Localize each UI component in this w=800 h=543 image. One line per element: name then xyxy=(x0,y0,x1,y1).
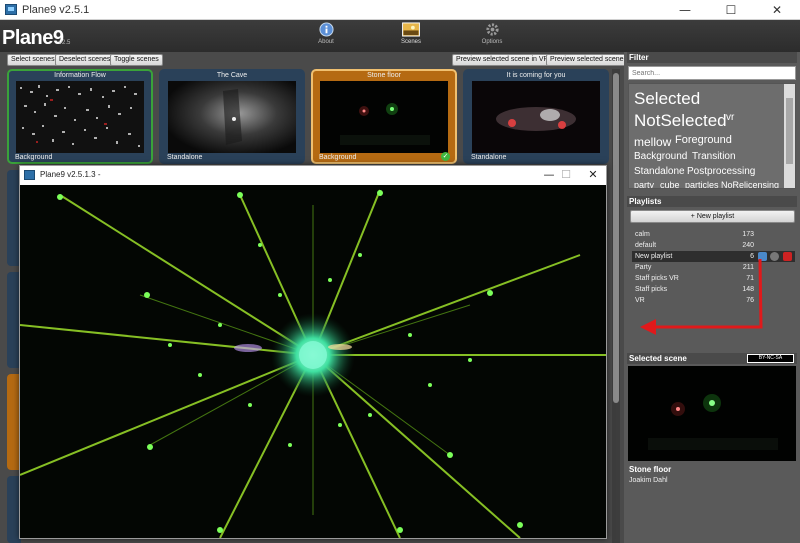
maximize-button[interactable]: ☐ xyxy=(708,0,754,20)
tag-particles[interactable]: particles xyxy=(685,180,719,188)
gear-icon xyxy=(485,23,499,36)
tag-norelicensing[interactable]: NoRelicensing xyxy=(721,180,779,188)
tag-cloud: Selected NotSelected vr mellow Foregroun… xyxy=(628,83,796,189)
tag-party[interactable]: party xyxy=(634,180,654,188)
scene-list-scrollbar[interactable] xyxy=(612,69,620,543)
scenes-icon xyxy=(402,22,420,37)
scene-type: Standalone xyxy=(471,154,507,161)
playlist-row[interactable]: default 240 xyxy=(632,240,795,251)
scene-thumbnail xyxy=(16,81,144,153)
playlists-header: Playlists xyxy=(627,196,797,207)
scrollbar-thumb[interactable] xyxy=(613,73,619,403)
toggle-scenes-button[interactable]: Toggle scenes xyxy=(110,54,163,66)
deselect-scenes-button[interactable]: Deselect scenes xyxy=(55,54,115,66)
selected-scene-name: Stone floor xyxy=(629,465,672,474)
scene-type: Background xyxy=(15,154,53,161)
tag-mellow[interactable]: mellow xyxy=(634,135,671,149)
delete-playlist-icon[interactable] xyxy=(783,252,792,261)
close-button[interactable]: ✕ xyxy=(754,0,800,20)
playlist-row[interactable]: calm 173 xyxy=(632,229,795,240)
scene-type: Background xyxy=(319,154,357,161)
nav-options-label: Options xyxy=(481,39,503,45)
nav-scenes[interactable]: Scenes xyxy=(381,22,441,45)
scene-thumbnail xyxy=(472,81,600,153)
tag-cloud-scrollbar[interactable] xyxy=(784,84,795,188)
tag-postprocessing[interactable]: Postprocessing xyxy=(687,166,755,177)
main-titlebar: Plane9 v2.5.1 — ☐ ✕ xyxy=(0,0,800,20)
tag-transition[interactable]: Transition xyxy=(692,151,736,162)
edit-playlist-icon[interactable] xyxy=(770,252,779,261)
select-scenes-button[interactable]: Select scenes xyxy=(7,54,59,66)
scene-name: Information Flow xyxy=(54,72,106,79)
nav-about-label: About xyxy=(318,39,334,45)
visualization-canvas xyxy=(20,185,606,538)
tag-standalone[interactable]: Standalone xyxy=(634,166,685,177)
preview-close-button[interactable]: ✕ xyxy=(576,166,610,185)
tag-vr[interactable]: vr xyxy=(726,112,734,123)
preview-window-titlebar[interactable]: Plane9 v2.5.1.3 - — ☐ ✕ xyxy=(20,166,606,185)
filter-header: Filter xyxy=(627,52,797,63)
scene-thumbnail xyxy=(320,81,448,153)
preview-button[interactable]: Preview selected scene xyxy=(546,54,628,66)
tag-cube[interactable]: cube xyxy=(660,180,680,188)
brand-logo: Plane9 xyxy=(2,27,64,49)
selected-scene-preview xyxy=(628,366,796,461)
selected-scene-author: Joakim Dahl xyxy=(629,477,668,484)
scene-name: Stone floor xyxy=(367,72,401,79)
preview-vr-button[interactable]: Preview selected scene in VR xyxy=(452,54,553,66)
scene-name: The Cave xyxy=(216,72,248,79)
preview-window-title: Plane9 v2.5.1.3 - xyxy=(40,170,101,179)
tag-notselected[interactable]: NotSelected xyxy=(634,111,727,131)
brand-version: v2.5 xyxy=(59,40,71,46)
tag-background[interactable]: Background xyxy=(634,151,687,162)
window-title: Plane9 v2.5.1 xyxy=(22,4,90,16)
checkmark-icon: ✓ xyxy=(441,152,450,161)
red-arrow-annotation xyxy=(640,258,763,335)
scene-card-the-cave[interactable]: The Cave Standalone xyxy=(159,69,305,164)
minimize-button[interactable]: — xyxy=(662,0,708,20)
scene-card-stone-floor[interactable]: Stone floor Background ✓ xyxy=(311,69,457,164)
scene-card-information-flow[interactable]: Information Flow Background xyxy=(7,69,153,164)
nav-options[interactable]: Options xyxy=(462,22,522,45)
scrollbar-thumb[interactable] xyxy=(786,98,793,164)
scene-name: It is coming for you xyxy=(506,72,566,79)
info-icon xyxy=(318,22,334,37)
scene-card-it-is-coming-for-you[interactable]: It is coming for you Standalone xyxy=(463,69,609,164)
playlist-count: 240 xyxy=(742,242,754,249)
license-badge: BY-NC-SA xyxy=(747,354,794,363)
playlist-name: calm xyxy=(635,231,650,238)
nav-scenes-label: Scenes xyxy=(400,39,421,45)
playlist-name: default xyxy=(635,242,657,249)
scene-thumbnail xyxy=(168,81,296,153)
nav-about[interactable]: About xyxy=(296,22,356,45)
tag-foreground[interactable]: Foreground xyxy=(675,134,732,146)
tag-selected[interactable]: Selected xyxy=(634,89,700,109)
app-icon xyxy=(5,4,17,15)
preview-window[interactable]: Plane9 v2.5.1.3 - — ☐ ✕ xyxy=(19,165,607,539)
search-input[interactable] xyxy=(628,66,796,80)
scene-type: Standalone xyxy=(167,154,203,161)
playlist-count: 173 xyxy=(742,231,754,238)
new-playlist-button[interactable]: + New playlist xyxy=(630,210,795,223)
app-icon xyxy=(24,170,35,180)
